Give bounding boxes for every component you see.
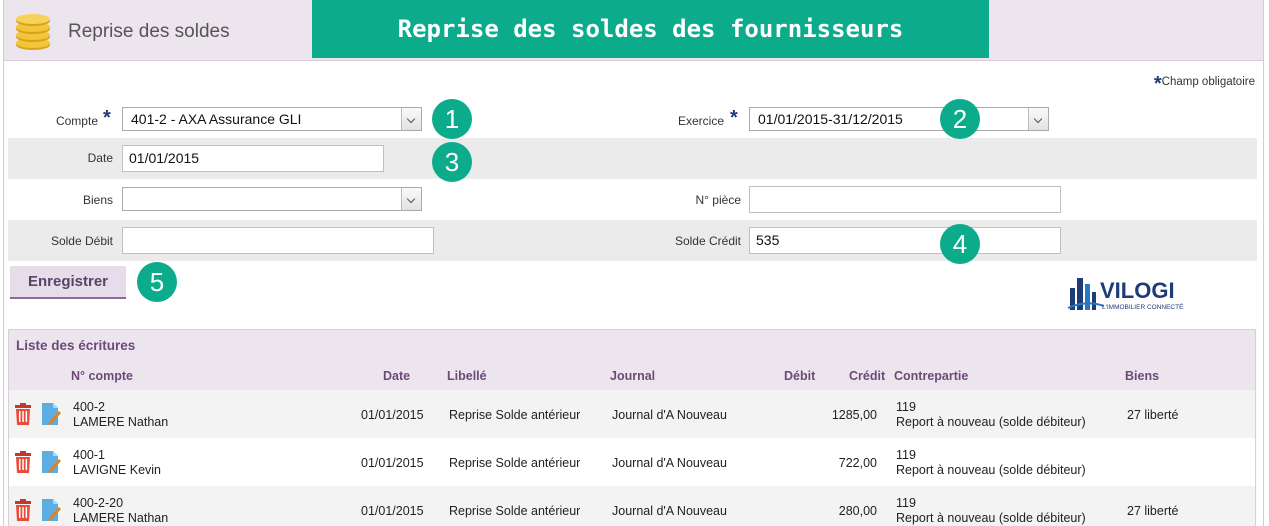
biens-select[interactable]	[122, 187, 422, 211]
col-header-contrepartie[interactable]: Contrepartie	[894, 369, 968, 383]
annotation-banner: Reprise des soldes des fournisseurs	[312, 0, 989, 58]
solde-credit-field[interactable]: 535	[749, 227, 1061, 254]
col-header-date[interactable]: Date	[383, 369, 410, 383]
row-biens: 27 liberté	[1127, 408, 1179, 422]
row-compte: 400-1	[73, 448, 105, 462]
callout-5: 5	[137, 262, 177, 302]
vilogi-logo: VILOGI L'IMMOBILIER CONNECTÉ	[1067, 278, 1184, 311]
row-nom: LAVIGNE Kevin	[73, 463, 162, 477]
compte-label: Compte	[55, 114, 98, 128]
exercice-select[interactable]: 01/01/2015-31/12/2015	[749, 107, 1049, 131]
row-journal: Journal d'A Nouveau	[612, 408, 727, 422]
date-field[interactable]: 01/01/2015	[122, 145, 384, 172]
col-header-libelle[interactable]: Libellé	[447, 369, 487, 383]
row-credit: 280,00	[838, 504, 877, 518]
row-journal: Journal d'A Nouveau	[612, 504, 727, 518]
row-contrepartie-num: 119	[896, 400, 916, 414]
trash-icon[interactable]	[14, 499, 32, 521]
trash-icon[interactable]	[14, 451, 32, 473]
callout-4: 4	[940, 224, 980, 264]
row-journal: Journal d'A Nouveau	[612, 456, 727, 470]
save-button[interactable]: Enregistrer	[10, 266, 126, 299]
list-header: Liste des écritures N° compte Date Libel…	[9, 330, 1255, 390]
callout-1: 1	[432, 99, 472, 139]
compte-select[interactable]: 401-2 - AXA Assurance GLI	[122, 107, 422, 131]
row-credit: 722,00	[838, 456, 877, 470]
row-contrepartie-libelle: Report à nouveau (solde débiteur)	[896, 415, 1086, 429]
solde-debit-field[interactable]	[122, 227, 434, 254]
row-date: 01/01/2015	[361, 408, 424, 422]
solde-debit-label: Solde Débit	[50, 234, 113, 248]
col-header-journal[interactable]: Journal	[610, 369, 655, 383]
edit-icon[interactable]	[41, 402, 61, 426]
row-compte: 400-2	[73, 400, 105, 414]
row-date: 01/01/2015	[361, 504, 424, 518]
table-row: 400-2-20 LAMERE Nathan 01/01/2015 Repris…	[9, 486, 1255, 526]
row-biens: 27 liberté	[1127, 504, 1179, 518]
piece-field[interactable]	[749, 186, 1061, 213]
row-compte: 400-2-20	[73, 496, 124, 510]
row-libelle: Reprise Solde antérieur	[449, 456, 581, 470]
row-nom: LAMERE Nathan	[73, 415, 169, 429]
exercice-required-icon: *	[730, 107, 738, 129]
col-header-compte[interactable]: N° compte	[71, 369, 133, 383]
logo-wordmark: VILOGI	[1100, 278, 1175, 303]
required-field-note: *Champ obligatoire	[1154, 73, 1255, 96]
solde-credit-label: Solde Crédit	[674, 234, 741, 248]
exercice-label: Exercice	[677, 114, 724, 128]
row-contrepartie-num: 119	[896, 448, 916, 462]
callout-3: 3	[432, 142, 472, 182]
row-date: 01/01/2015	[361, 456, 424, 470]
coins-icon	[16, 14, 50, 50]
ecritures-list: Liste des écritures N° compte Date Libel…	[8, 329, 1256, 526]
chevron-down-icon[interactable]	[401, 188, 421, 210]
biens-label: Biens	[82, 193, 113, 207]
callout-2: 2	[940, 99, 980, 139]
edit-icon[interactable]	[41, 498, 61, 522]
row-libelle: Reprise Solde antérieur	[449, 504, 581, 518]
date-label: Date	[87, 151, 113, 165]
logo-tagline: L'IMMOBILIER CONNECTÉ	[1102, 302, 1184, 311]
exercice-select-value: 01/01/2015-31/12/2015	[758, 111, 903, 127]
page-title: Reprise des soldes	[68, 21, 230, 42]
list-title: Liste des écritures	[16, 338, 136, 353]
table-row: 400-1 LAVIGNE Kevin 01/01/2015 Reprise S…	[9, 438, 1255, 486]
chevron-down-icon[interactable]	[401, 108, 421, 130]
col-header-debit[interactable]: Débit	[784, 369, 815, 383]
required-note-text: Champ obligatoire	[1161, 76, 1255, 88]
chevron-down-icon[interactable]	[1028, 108, 1048, 130]
col-header-credit[interactable]: Crédit	[849, 369, 885, 383]
table-row: 400-2 LAMERE Nathan 01/01/2015 Reprise S…	[9, 390, 1255, 438]
row-contrepartie-num: 119	[896, 496, 916, 510]
row-nom: LAMERE Nathan	[73, 511, 169, 525]
col-header-biens[interactable]: Biens	[1125, 369, 1159, 383]
row-credit: 1285,00	[831, 408, 877, 422]
row-libelle: Reprise Solde antérieur	[449, 408, 581, 422]
compte-required-icon: *	[103, 107, 111, 129]
edit-icon[interactable]	[41, 450, 61, 474]
trash-icon[interactable]	[14, 403, 32, 425]
row-contrepartie-libelle: Report à nouveau (solde débiteur)	[896, 511, 1086, 525]
row-contrepartie-libelle: Report à nouveau (solde débiteur)	[896, 463, 1086, 477]
piece-label: N° pièce	[695, 193, 742, 207]
compte-select-value: 401-2 - AXA Assurance GLI	[131, 111, 302, 127]
required-star-icon: *	[1153, 73, 1162, 95]
